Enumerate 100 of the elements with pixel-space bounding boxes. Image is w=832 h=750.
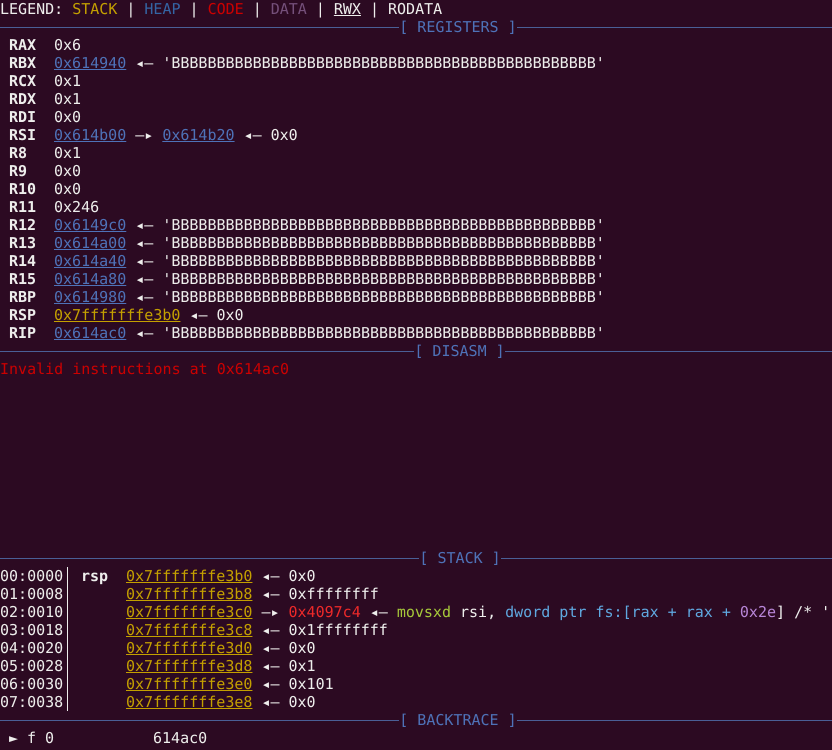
section-header: [ DISASM ]: [414, 342, 505, 360]
value-text: 'BBBBBBBBBBBBBBBBBBBBBBBBBBBBBBBBBBBBBBBBBBBBBBB': [162, 216, 605, 234]
number-text: 0x2e: [740, 603, 776, 621]
arrow-text: ◂—: [261, 639, 280, 657]
register-name: RIP: [9, 324, 38, 342]
value-text: 0x0: [288, 567, 316, 585]
arrow-text: ◂—: [261, 657, 280, 675]
heap-address-link[interactable]: 0x614a80: [54, 270, 126, 288]
register-name: R14: [9, 252, 38, 270]
error-message: Invalid instructions at 0x614ac0: [0, 360, 289, 378]
value-text: 0x0: [216, 306, 244, 324]
legend-item: STACK: [72, 0, 118, 18]
register-name: R13: [9, 234, 38, 252]
value-text: 0x1: [288, 657, 316, 675]
stack-offset: 00:0000: [0, 567, 64, 585]
register-name: RCX: [9, 72, 38, 90]
stack-address-link[interactable]: 0x7fffffffe3e8: [126, 693, 252, 711]
current-frame-marker: ►: [9, 729, 20, 747]
legend-item: DATA: [270, 0, 307, 18]
register-name: RDI: [9, 108, 38, 126]
heap-address-link[interactable]: 0x614940: [54, 54, 126, 72]
register-name: RBP: [9, 288, 38, 306]
register-name: RAX: [9, 36, 38, 54]
separator-text: |: [252, 0, 262, 18]
arrow-text: ◂—: [370, 603, 388, 621]
stack-address-link[interactable]: 0x7fffffffe3b8: [126, 585, 252, 603]
value-text: 'BBBBBBBBBBBBBBBBBBBBBBBBBBBBBBBBBBBBBBBBBBBBBBB': [162, 324, 605, 342]
legend-label: LEGEND:: [0, 0, 64, 18]
value-text: 'BBBBBBBBBBBBBBBBBBBBBBBBBBBBBBBBBBBBBBBBBBBBBBB': [162, 288, 605, 306]
value-text: 0x0: [54, 162, 82, 180]
stack-address-link[interactable]: 0x7fffffffe3c0: [126, 603, 252, 621]
stack-offset: 02:0010: [0, 603, 64, 621]
value-text: 0xffffffff: [288, 585, 379, 603]
value-text: 0x101: [288, 675, 334, 693]
arrow-text: ◂—: [261, 567, 280, 585]
arrow-text: ◂—: [261, 675, 280, 693]
value-text: 0x1: [54, 144, 82, 162]
code-address-text: 0x4097c4: [288, 603, 361, 621]
register-label: rsp: [81, 567, 108, 585]
heap-address-link[interactable]: 0x614b20: [162, 126, 235, 144]
value-text: 'BBBBBBBBBBBBBBBBBBBBBBBBBBBBBBBBBBBBBBBBBBBBBBB': [162, 234, 605, 252]
stack-offset: 05:0028: [0, 657, 64, 675]
mnemonic-text: movsxd: [396, 603, 451, 621]
arrow-text: ◂—: [261, 585, 280, 603]
heap-address-link[interactable]: 0x6149c0: [54, 216, 126, 234]
register-name: R12: [9, 216, 38, 234]
arrow-text: ◂—: [261, 693, 280, 711]
section-header: [ REGISTERS ]: [399, 18, 517, 36]
heap-address-link[interactable]: 0x614980: [54, 288, 126, 306]
register-name: R10: [9, 180, 38, 198]
stack-offset: 03:0018: [0, 621, 64, 639]
legend-item: HEAP: [144, 0, 181, 18]
register-name: R9: [9, 162, 28, 180]
heap-address-link[interactable]: 0x614ac0: [54, 324, 126, 342]
stack-address-link[interactable]: 0x7fffffffe3c8: [126, 621, 252, 639]
heap-address-link[interactable]: 0x614b00: [54, 126, 126, 144]
register-name: RBX: [9, 54, 38, 72]
frame-label: f 0: [27, 729, 56, 747]
operand-text: dword ptr fs:[rax + rax +: [505, 603, 731, 621]
value-text: 'BBBBBBBBBBBBBBBBBBBBBBBBBBBBBBBBBBBBBBBBBBBBBBB': [162, 270, 605, 288]
legend-item: RODATA: [388, 0, 442, 18]
legend-item: CODE: [208, 0, 244, 18]
separator-text: |: [316, 0, 325, 18]
stack-address-link[interactable]: 0x7fffffffe3d8: [126, 657, 252, 675]
arrow-text: ◂—: [135, 324, 154, 342]
value-text: 0x0: [288, 693, 316, 711]
stack-address-link[interactable]: 0x7fffffffe3b0: [54, 306, 180, 324]
value-text: 0x1: [54, 90, 82, 108]
stack-address-link[interactable]: 0x7fffffffe3e0: [126, 675, 252, 693]
separator-text: |: [190, 0, 199, 18]
stack-address-link[interactable]: 0x7fffffffe3d0: [126, 639, 252, 657]
section-header: [ BACKTRACE ]: [399, 711, 517, 729]
value-text: rsi,: [460, 603, 496, 621]
arrow-text: ◂—: [261, 621, 280, 639]
arrow-text: ◂—: [135, 216, 154, 234]
legend-item: RWX: [334, 0, 361, 18]
section-header: [ STACK ]: [419, 549, 501, 567]
register-name: RDX: [9, 90, 38, 108]
register-name: RSP: [9, 306, 38, 324]
register-name: R8: [9, 144, 28, 162]
arrow-text: —▸: [261, 603, 280, 621]
stack-address-link[interactable]: 0x7fffffffe3b0: [126, 567, 252, 585]
arrow-text: ◂—: [135, 252, 154, 270]
value-text: 0x1: [54, 72, 82, 90]
stack-offset: 06:0030: [0, 675, 64, 693]
value-text: 0x0: [270, 126, 298, 144]
arrow-text: ◂—: [135, 288, 154, 306]
value-text: 0x0: [54, 180, 82, 198]
value-text: 0x1ffffffff: [288, 621, 388, 639]
heap-address-link[interactable]: 0x614a00: [54, 234, 126, 252]
arrow-text: ◂—: [135, 54, 154, 72]
value-text: 'BBBBBBBBBBBBBBBBBBBBBBBBBBBBBBBBBBBBBBBBBBBBBBB': [162, 54, 605, 72]
stack-offset: 01:0008: [0, 585, 64, 603]
arrow-text: —▸: [135, 126, 154, 144]
register-name: R15: [9, 270, 38, 288]
value-text: 0x6: [54, 36, 82, 54]
value-text: 'BBBBBBBBBBBBBBBBBBBBBBBBBBBBBBBBBBBBBBBBBBBBBBB': [162, 252, 605, 270]
arrow-text: ◂—: [135, 234, 154, 252]
heap-address-link[interactable]: 0x614a40: [54, 252, 126, 270]
arrow-text: ◂—: [244, 126, 262, 144]
